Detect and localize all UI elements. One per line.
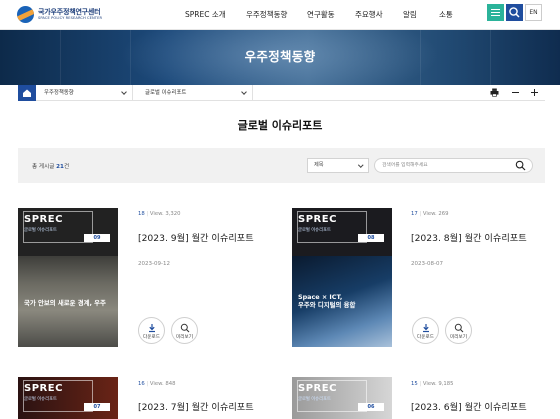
home-icon: [23, 89, 31, 97]
search-icon: [509, 7, 520, 18]
plus-icon[interactable]: [530, 88, 539, 97]
report-title[interactable]: [2023. 9월] 월간 이슈리포트: [138, 230, 254, 244]
breadcrumb-select-board[interactable]: 글로벌 이슈리포트: [133, 85, 253, 101]
report-number: 17: [411, 211, 418, 217]
chevron-down-icon: [357, 162, 363, 168]
report-meta: 15 | View. 9,185: [411, 381, 454, 387]
report-cover-image[interactable]: SPREC 글로벌 이슈리포트 07: [18, 377, 118, 419]
cover-title: SPREC: [24, 214, 63, 225]
preview-label: 미리보기: [450, 335, 467, 340]
nav-item-research[interactable]: 연구활동: [307, 9, 335, 20]
print-icon[interactable]: [490, 88, 499, 97]
nav-item-events[interactable]: 주요행사: [355, 9, 383, 20]
cover-title: SPREC: [298, 214, 337, 225]
nav-item-notice[interactable]: 알림: [403, 9, 417, 20]
breadcrumb-select-category[interactable]: 우주정책동향: [36, 85, 133, 101]
magnifier-icon: [454, 323, 464, 333]
search-submit-icon[interactable]: [515, 160, 526, 171]
report-cover-image[interactable]: SPREC 글로벌 이슈리포트 06: [292, 377, 392, 419]
report-cover-image[interactable]: SPREC 글로벌 이슈리포트 08 Space × ICT, 우주와 디지털의…: [292, 208, 392, 347]
report-views: View. 9,185: [422, 381, 454, 387]
download-button[interactable]: 다운로드: [138, 317, 165, 344]
report-number: 18: [138, 211, 145, 217]
report-date: 2023-09-12: [138, 261, 170, 267]
hero-banner: 우주정책동향: [0, 30, 560, 85]
cover-headline: 국가 안보의 새로운 경계, 우주: [24, 299, 106, 307]
cover-subtitle: 글로벌 이슈리포트: [24, 228, 57, 233]
breadcrumb-board-label: 글로벌 이슈리포트: [145, 90, 187, 96]
cover-issue: 09: [84, 234, 110, 242]
cover-title: SPREC: [24, 383, 63, 394]
preview-button[interactable]: 미리보기: [171, 317, 198, 344]
site-header: 국가우주정책연구센터 SPACE POLICY RESEARCH CENTER …: [0, 0, 560, 30]
report-date: 2023-08-07: [411, 261, 443, 267]
total-number: 21: [56, 164, 64, 170]
report-title[interactable]: [2023. 7월] 월간 이슈리포트: [138, 399, 254, 413]
filter-bar: 총 게시글 21건 제목 검색어를 입력해주세요: [18, 148, 545, 183]
report-views: View. 3,320: [149, 211, 181, 217]
chevron-down-icon: [121, 89, 127, 95]
header-search-button[interactable]: [506, 4, 523, 21]
cover-issue: 08: [358, 234, 384, 242]
total-suffix: 건: [63, 164, 70, 170]
home-button[interactable]: [18, 85, 36, 101]
cover-issue: 07: [84, 403, 110, 411]
total-prefix: 총 게시글: [32, 164, 55, 170]
report-meta: 18 | View. 3,320: [138, 211, 181, 217]
nav-item-policy-trends[interactable]: 우주정책동향: [246, 9, 287, 20]
minus-icon[interactable]: [511, 88, 520, 97]
language-button[interactable]: EN: [525, 4, 542, 21]
cover-issue: 06: [358, 403, 384, 411]
search-input[interactable]: 검색어를 입력해주세요: [374, 158, 533, 173]
cover-subtitle: 글로벌 이슈리포트: [24, 397, 57, 402]
preview-label: 미리보기: [176, 335, 193, 340]
report-title[interactable]: [2023. 8월] 월간 이슈리포트: [411, 230, 527, 244]
report-title[interactable]: [2023. 6월] 월간 이슈리포트: [411, 399, 527, 413]
download-button[interactable]: 다운로드: [412, 317, 439, 344]
breadcrumb-category-label: 우주정책동향: [44, 90, 74, 96]
cover-subtitle: 글로벌 이슈리포트: [298, 397, 331, 402]
breadcrumb: 우주정책동향 글로벌 이슈리포트: [18, 85, 545, 101]
report-meta: 17 | View. 269: [411, 211, 449, 217]
download-label: 다운로드: [143, 335, 160, 340]
cover-headline: Space × ICT, 우주와 디지털의 융합: [298, 293, 356, 309]
report-cover-image[interactable]: SPREC 글로벌 이슈리포트 09 국가 안보의 새로운 경계, 우주: [18, 208, 118, 347]
nav-item-community[interactable]: 소통: [439, 9, 453, 20]
total-count: 총 게시글 21건: [32, 162, 69, 170]
report-views: View. 269: [422, 211, 449, 217]
magnifier-icon: [180, 323, 190, 333]
menu-button[interactable]: [487, 4, 504, 21]
search-field-select[interactable]: 제목: [307, 158, 369, 173]
cover-title: SPREC: [298, 383, 337, 394]
report-number: 15: [411, 381, 418, 387]
report-number: 16: [138, 381, 145, 387]
main-nav: SPREC 소개 우주정책동향 연구활동 주요행사 알림 소통: [0, 9, 560, 21]
cover-subtitle: 글로벌 이슈리포트: [298, 228, 331, 233]
search-placeholder: 검색어를 입력해주세요: [382, 163, 428, 168]
chevron-down-icon: [241, 89, 247, 95]
download-icon: [423, 324, 429, 333]
preview-button[interactable]: 미리보기: [445, 317, 472, 344]
download-label: 다운로드: [417, 335, 434, 340]
page-title: 글로벌 이슈리포트: [237, 119, 323, 132]
report-views: View. 848: [149, 381, 176, 387]
search-field-value: 제목: [314, 162, 324, 168]
hero-title: 우주정책동향: [244, 49, 316, 64]
nav-item-sprec[interactable]: SPREC 소개: [185, 9, 226, 20]
report-meta: 16 | View. 848: [138, 381, 176, 387]
download-icon: [149, 324, 155, 333]
